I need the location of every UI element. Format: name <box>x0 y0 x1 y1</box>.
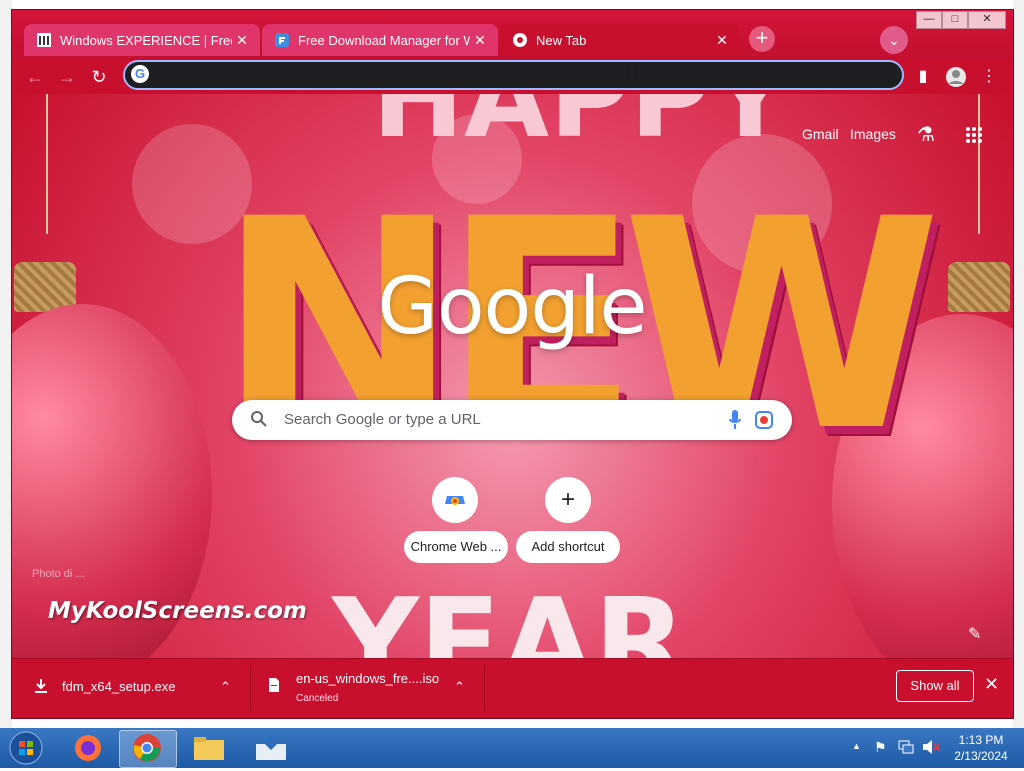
minimize-button[interactable]: — <box>916 11 942 29</box>
tab-label: New Tab <box>536 32 587 48</box>
show-hidden-icons-arrow[interactable]: ▲ <box>852 741 861 751</box>
apps-grid-icon[interactable] <box>965 126 983 147</box>
downloads-folder-taskbar-icon[interactable] <box>243 730 299 766</box>
add-shortcut-button[interactable]: Add shortcut <box>516 531 620 563</box>
desktop-left-edge <box>0 0 12 728</box>
download-item[interactable]: en-us_windows_fre....iso Canceled ⌃ <box>252 659 484 718</box>
side-panel-icon[interactable]: ▮ <box>910 64 936 90</box>
tab-new-tab[interactable]: New Tab ✕ <box>500 24 740 56</box>
maximize-button[interactable]: □ <box>942 11 968 29</box>
new-tab-button[interactable]: + <box>749 26 775 52</box>
tab-free-download-manager[interactable]: Free Download Manager for Win ✕ <box>262 24 498 56</box>
search-placeholder: Search Google or type a URL <box>284 411 481 428</box>
clock-time: 1:13 PM <box>958 733 1004 747</box>
show-all-button[interactable]: Show all <box>896 670 974 702</box>
tab-label: Windows EXPERIENCE | Freestyle <box>60 32 232 48</box>
tab-search-button[interactable]: ⌄ <box>880 26 908 54</box>
download-status: Canceled <box>296 693 339 704</box>
download-item[interactable]: fdm_x64_setup.exe ⌃ <box>12 659 248 718</box>
photo-credit[interactable]: Photo di ... <box>32 568 85 580</box>
background-word-bottom: YEAR <box>332 574 687 658</box>
close-window-button[interactable]: ✕ <box>968 11 1006 29</box>
divider <box>484 665 485 711</box>
ornament-string <box>978 94 980 234</box>
close-tab-icon[interactable]: ✕ <box>232 32 252 49</box>
fdm-icon <box>274 32 290 48</box>
system-clock[interactable]: 1:13 PM 2/13/2024 <box>952 732 1010 764</box>
chrome-window: Windows EXPERIENCE | Freestyle ✕ Free Do… <box>12 10 1013 718</box>
browser-toolbar: ← → ↻ G ▮ ⋮ <box>12 60 1013 94</box>
forward-button[interactable]: → <box>54 64 80 90</box>
reload-button[interactable]: ↻ <box>86 64 112 90</box>
windows-taskbar: ▲ ⚑ 1:13 PM 2/13/2024 <box>0 728 1024 768</box>
ornament-string <box>46 94 48 234</box>
chrome-taskbar-icon[interactable] <box>119 730 177 768</box>
back-button[interactable]: ← <box>22 64 48 90</box>
labs-icon[interactable]: ⚗ <box>917 122 935 147</box>
plus-icon[interactable]: + <box>545 477 591 523</box>
images-link[interactable]: Images <box>850 126 896 142</box>
desktop-right-edge <box>1013 0 1024 728</box>
customize-pencil-icon[interactable]: ✎ <box>968 624 981 644</box>
shortcut-chrome-web-store[interactable]: Chrome Web ... <box>404 531 508 563</box>
chrome-icon <box>512 32 528 48</box>
watermark: MyKoolScreens.com <box>48 598 307 624</box>
action-center-flag-icon[interactable]: ⚑ <box>874 739 887 756</box>
profile-icon[interactable] <box>943 64 969 90</box>
lens-search-icon[interactable] <box>754 410 774 430</box>
address-bar[interactable]: G <box>123 60 904 90</box>
voice-search-icon[interactable] <box>728 409 742 431</box>
file-explorer-taskbar-icon[interactable] <box>181 730 237 766</box>
close-tab-icon[interactable]: ✕ <box>712 32 732 49</box>
start-button[interactable] <box>4 730 48 766</box>
menu-icon[interactable]: ⋮ <box>976 64 1002 90</box>
network-icon[interactable] <box>898 739 914 758</box>
document-icon <box>268 677 280 698</box>
clock-date: 2/13/2024 <box>954 749 1008 763</box>
chevron-up-icon[interactable]: ⌃ <box>220 679 231 695</box>
download-shelf: fdm_x64_setup.exe ⌃ en-us_windows_fre...… <box>12 658 1013 718</box>
title-bar: Windows EXPERIENCE | Freestyle ✕ Free Do… <box>12 10 1013 60</box>
gmail-link[interactable]: Gmail <box>802 126 839 142</box>
download-filename: fdm_x64_setup.exe <box>62 679 176 694</box>
tab-windows-experience[interactable]: Windows EXPERIENCE | Freestyle ✕ <box>24 24 260 56</box>
ornament-cap <box>948 262 1010 312</box>
download-filename: en-us_windows_fre....iso <box>296 671 440 686</box>
download-file-icon <box>34 678 48 699</box>
text-cursor <box>631 64 633 78</box>
museum-icon <box>36 32 52 48</box>
search-box[interactable]: Search Google or type a URL <box>232 400 792 440</box>
firefox-taskbar-icon[interactable] <box>60 730 116 766</box>
google-g-icon: G <box>131 65 149 83</box>
google-logo: Google <box>377 262 647 352</box>
close-download-shelf-icon[interactable]: ✕ <box>984 674 999 695</box>
close-tab-icon[interactable]: ✕ <box>470 32 490 49</box>
background-word-top: HAPPY <box>372 94 791 162</box>
chrome-web-store-icon[interactable] <box>432 477 478 523</box>
volume-muted-icon[interactable] <box>922 739 940 758</box>
new-tab-page: HAPPY NEW YEAR Gmail Images ⚗ Google Sea… <box>12 94 1013 658</box>
divider <box>250 665 251 711</box>
search-icon <box>250 410 268 433</box>
tab-label: Free Download Manager for Win <box>298 32 470 48</box>
chevron-up-icon[interactable]: ⌃ <box>454 679 465 695</box>
